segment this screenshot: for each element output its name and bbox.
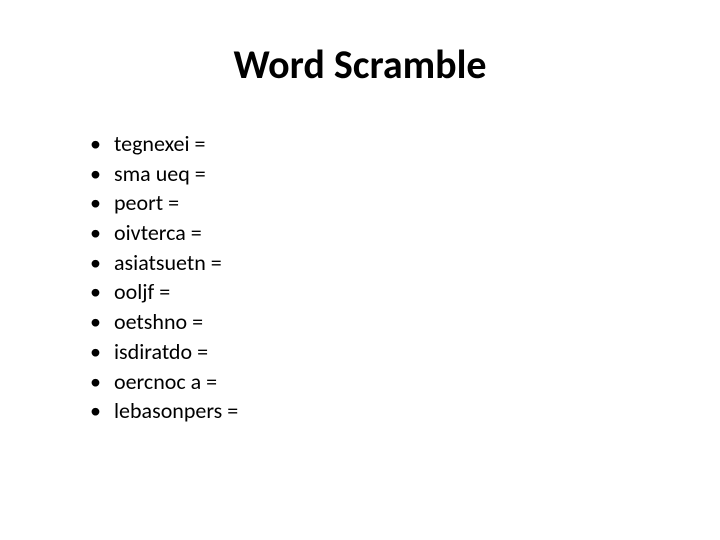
list-item: asiatsuetn = — [90, 248, 660, 278]
list-item: lebasonpers = — [90, 396, 660, 426]
list-item: tegnexei = — [90, 129, 660, 159]
slide: Word Scramble tegnexei = sma ueq = peort… — [0, 0, 720, 540]
list-item: oercnoc a = — [90, 367, 660, 397]
list-item: oivterca = — [90, 218, 660, 248]
scramble-list: tegnexei = sma ueq = peort = oivterca = … — [60, 129, 660, 426]
list-item: oetshno = — [90, 307, 660, 337]
list-item: ooljf = — [90, 277, 660, 307]
list-item: sma ueq = — [90, 159, 660, 189]
list-item: isdiratdo = — [90, 337, 660, 367]
page-title: Word Scramble — [60, 40, 660, 89]
list-item: peort = — [90, 188, 660, 218]
